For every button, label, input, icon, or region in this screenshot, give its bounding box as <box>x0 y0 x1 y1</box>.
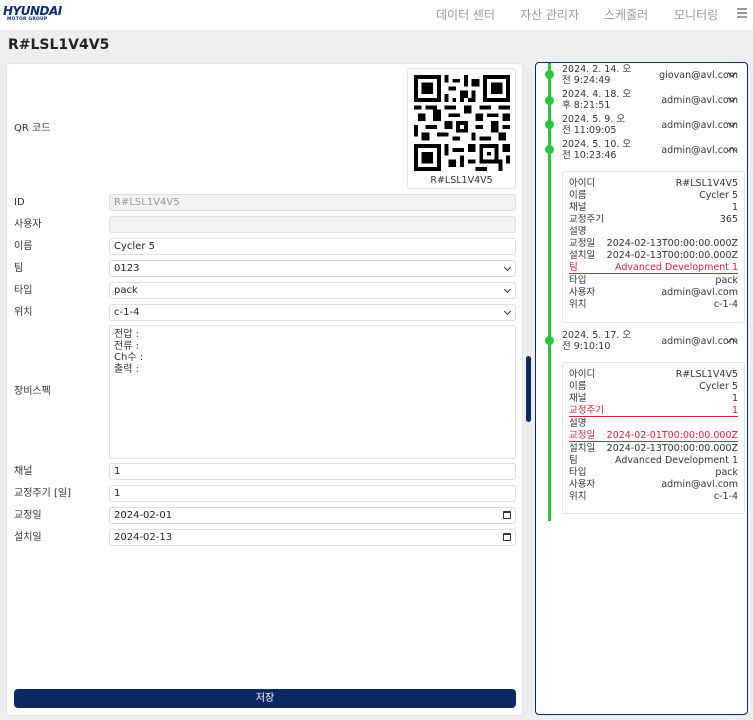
spec-line-output: 출력 : <box>114 363 139 375</box>
timeline-dot <box>545 336 554 345</box>
page-title: R#LSL1V4V5 <box>8 37 110 53</box>
history-date: 2024. 4. 18. 오후 8:21:51 <box>562 89 632 111</box>
history-user: giovan@avl.com <box>659 70 738 81</box>
detail-row: 설명 <box>569 418 587 429</box>
detail-row: 사용자 admin@avl.com <box>569 479 738 490</box>
qr-code-box: R#LSL1V4V5 <box>407 68 516 189</box>
channel-label: 채널 <box>14 466 33 477</box>
save-button[interactable]: 저장 <box>14 689 516 708</box>
spec-line-channels: Ch수 : <box>114 352 144 363</box>
calib-date-value: 2024-02-01 <box>114 510 173 521</box>
history-date: 2024. 5. 10. 오전 10:23:46 <box>562 139 632 161</box>
calendar-icon[interactable] <box>503 533 511 541</box>
location-select[interactable]: c-1-4 <box>109 304 516 321</box>
timeline-dot <box>545 120 554 129</box>
type-select[interactable]: pack <box>109 282 516 299</box>
detail-row: 타입 pack <box>569 275 738 286</box>
detail-row: 위치 c-1-4 <box>569 491 738 502</box>
qr-caption: R#LSL1V4V5 <box>430 175 493 186</box>
detail-row: 이름 Cycler 5 <box>569 381 738 392</box>
timeline-line <box>548 63 551 521</box>
logo-text: HYUNDAI <box>3 4 62 18</box>
history-user: admin@avl.com <box>661 95 738 106</box>
spec-line-voltage: 전압 : <box>114 329 139 340</box>
history-detail-card: 아이디 R#LSL1V4V5 이름 Cycler 5 채널 1 교정주기 1 설명 교정… <box>562 362 745 514</box>
detail-row: 설치일 2024-02-13T00:00:00.000Z <box>569 443 738 454</box>
detail-row-changed: 팀 Advanced Development 1 <box>569 262 738 274</box>
user-label: 사용자 <box>14 219 42 230</box>
menu-icon[interactable] <box>737 7 749 19</box>
detail-row-changed: 교정주기 1 <box>569 405 738 417</box>
scrollbar-thumb[interactable] <box>526 356 531 422</box>
calendar-icon[interactable] <box>503 511 511 519</box>
history-detail-card: 아이디 R#LSL1V4V5 이름 Cycler 5 채널 1 교정주기 365 설명 … <box>562 171 745 323</box>
history-date: 2024. 5. 9. 오전 11:09:05 <box>562 114 626 136</box>
spec-textarea[interactable]: 전압 : 전류 : Ch수 : 출력 : <box>109 325 516 459</box>
detail-row: 채널 1 <box>569 393 738 404</box>
name-label: 이름 <box>14 241 33 252</box>
user-field <box>109 216 516 233</box>
detail-row-changed: 교정일 2024-02-01T00:00:00.000Z <box>569 430 738 442</box>
id-field: R#LSL1V4V5 <box>109 194 516 211</box>
timeline-dot <box>545 145 554 154</box>
detail-row: 교정주기 365 <box>569 214 738 225</box>
name-input[interactable]: Cycler 5 <box>109 238 516 255</box>
logo-subtext: MOTOR GROUP <box>7 17 48 22</box>
detail-row: 채널 1 <box>569 202 738 213</box>
spec-label: 장비스펙 <box>14 386 51 397</box>
calib-period-label: 교정주기 [일] <box>14 488 71 499</box>
team-label: 팀 <box>14 263 24 274</box>
detail-row: 이름 Cycler 5 <box>569 190 738 201</box>
history-date: 2024. 5. 17. 오전 9:10:10 <box>562 330 632 352</box>
top-bar: HYUNDAI MOTOR GROUP 데이터 센터 자산 관리자 스케줄러 모… <box>0 0 753 30</box>
hyundai-logo[interactable]: HYUNDAI MOTOR GROUP <box>3 5 62 25</box>
detail-row: 설명 <box>569 226 587 237</box>
detail-row: 팀 Advanced Development 1 <box>569 455 738 466</box>
nav-asset-manager[interactable]: 자산 관리자 <box>520 8 579 22</box>
detail-row: 사용자 admin@avl.com <box>569 287 738 298</box>
detail-row: 타입 pack <box>569 467 738 478</box>
nav-data-center[interactable]: 데이터 센터 <box>436 8 495 22</box>
nav-monitoring[interactable]: 모니터링 <box>674 8 718 22</box>
detail-row: 아이디 R#LSL1V4V5 <box>569 369 738 380</box>
calib-period-input[interactable]: 1 <box>109 485 516 502</box>
timeline-dot <box>545 96 554 105</box>
location-label: 위치 <box>14 307 33 318</box>
nav-scheduler[interactable]: 스케줄러 <box>604 8 648 22</box>
team-select[interactable]: 0123 <box>109 260 516 277</box>
detail-row: 설치일 2024-02-13T00:00:00.000Z <box>569 250 738 261</box>
timeline-dot <box>545 70 554 79</box>
channel-input[interactable]: 1 <box>109 463 516 480</box>
detail-row: 아이디 R#LSL1V4V5 <box>569 178 738 189</box>
qr-code-label: QR 코드 <box>14 123 51 134</box>
qr-code-image <box>414 75 510 171</box>
spec-line-current: 전류 : <box>114 340 139 352</box>
calib-date-input[interactable]: 2024-02-01 <box>109 507 516 524</box>
detail-row: 교정일 2024-02-13T00:00:00.000Z <box>569 238 738 249</box>
install-date-value: 2024-02-13 <box>114 532 173 543</box>
calib-date-label: 교정일 <box>14 510 42 521</box>
install-date-label: 설치일 <box>14 532 42 543</box>
detail-row: 위치 c-1-4 <box>569 299 738 310</box>
install-date-input[interactable]: 2024-02-13 <box>109 529 516 546</box>
type-label: 타입 <box>14 285 33 296</box>
history-date: 2024. 2. 14. 오전 9:24:49 <box>562 64 632 86</box>
id-label: ID <box>14 197 25 208</box>
history-user: admin@avl.com <box>661 120 738 131</box>
